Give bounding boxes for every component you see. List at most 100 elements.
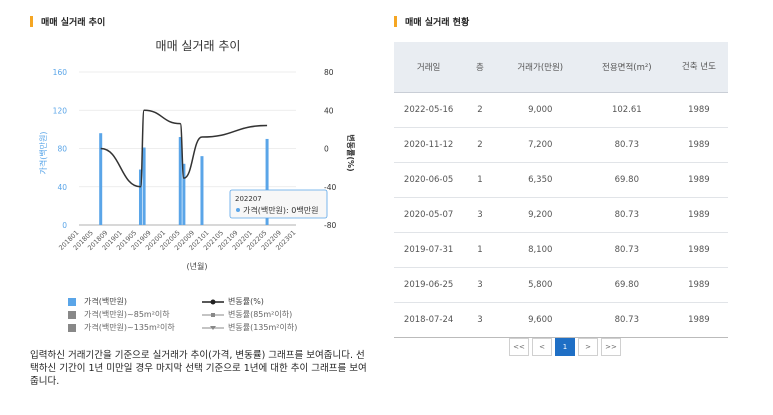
title-marker <box>30 16 33 27</box>
cell-date: 2019-07-31 <box>394 232 464 268</box>
next-page-button[interactable]: > <box>578 338 598 356</box>
cell-area: 102.61 <box>583 92 670 128</box>
legend-line-rate-85-icon <box>202 312 224 317</box>
cell-area: 80.73 <box>583 302 670 338</box>
legend-line-rate-icon <box>202 299 224 304</box>
cell-floor: 3 <box>463 267 497 303</box>
table-section-title-text: 매매 실거래 현황 <box>405 18 470 28</box>
cell-area: 80.73 <box>583 197 670 233</box>
y2-tick-label: -80 <box>324 221 336 230</box>
cell-build-year: 1989 <box>669 92 728 128</box>
table-row: 2018-07-24 3 9,600 80.73 1989 <box>394 302 728 338</box>
legend-item-price-85[interactable]: 가격(백만원)~85m²이하 <box>68 309 170 320</box>
cell-price: 9,200 <box>496 197 584 233</box>
cell-price: 9,600 <box>496 302 584 338</box>
cell-area: 80.73 <box>583 127 670 163</box>
y-tick-label: 80 <box>57 145 67 154</box>
cell-build-year: 1989 <box>669 197 728 233</box>
y-axis-label: 가격(백만원) <box>38 131 48 174</box>
cell-build-year: 1989 <box>669 232 728 268</box>
cell-date: 2020-05-07 <box>394 197 464 233</box>
col-header-date: 거래일 <box>394 42 464 93</box>
tooltip-period: 202207 <box>235 195 262 203</box>
table-header-row: 거래일 층 거래가(만원) 전용면적(m²) 건축 년도 <box>394 42 728 93</box>
y2-tick-label: 80 <box>324 68 334 77</box>
legend-line-rate-135-icon <box>202 325 224 330</box>
table-row: 2020-06-05 1 6,350 69.80 1989 <box>394 162 728 198</box>
cell-price: 9,000 <box>496 92 584 128</box>
col-header-area: 전용면적(m²) <box>583 42 670 93</box>
cell-floor: 1 <box>463 232 497 268</box>
table-row: 2022-05-16 2 9,000 102.61 1989 <box>394 92 728 128</box>
legend-label-rate-85: 변동률(85m²이하) <box>228 310 293 319</box>
table-section-title: 매매 실거래 현황 <box>394 15 469 28</box>
chart-description: 입력하신 거래기간을 기준으로 실거래가 추이(가격, 변동률) 그래프를 보여… <box>30 350 367 387</box>
price-trend-chart: 04080120160-80-4004080201801201805201809… <box>38 39 356 271</box>
y-tick-label: 160 <box>53 68 68 77</box>
price-bar <box>142 147 146 225</box>
legend-item-rate-85[interactable]: 변동률(85m²이하) <box>202 309 292 320</box>
price-bar <box>99 133 103 225</box>
y2-tick-label: 0 <box>324 145 329 154</box>
page-1-button[interactable]: 1 <box>555 338 575 356</box>
cell-date: 2020-11-12 <box>394 127 464 163</box>
first-page-button[interactable]: << <box>509 338 529 356</box>
price-bar <box>200 156 204 225</box>
cell-date: 2020-06-05 <box>394 162 464 198</box>
table-row: 2020-05-07 3 9,200 80.73 1989 <box>394 197 728 233</box>
cell-floor: 3 <box>463 302 497 338</box>
y2-axis-label: 변동률(%) <box>346 134 356 171</box>
cell-price: 7,200 <box>496 127 584 163</box>
cell-floor: 2 <box>463 92 497 128</box>
title-marker <box>394 16 397 27</box>
cell-area: 69.80 <box>583 162 670 198</box>
legend-label-price: 가격(백만원) <box>84 297 128 306</box>
x-axis-label: (년월) <box>187 261 208 271</box>
table-row: 2020-11-12 2 7,200 80.73 1989 <box>394 127 728 163</box>
legend-swatch-price-135 <box>68 323 76 332</box>
col-header-floor: 층 <box>463 42 497 93</box>
cell-floor: 2 <box>463 127 497 163</box>
y-tick-label: 120 <box>53 106 68 115</box>
legend-swatch-price-85 <box>68 310 76 319</box>
prev-page-button[interactable]: < <box>532 338 552 356</box>
chart-title: 매매 실거래 추이 <box>156 39 241 53</box>
cell-build-year: 1989 <box>669 127 728 163</box>
chart-section-title-text: 매매 실거래 추이 <box>41 18 106 28</box>
cell-price: 6,350 <box>496 162 584 198</box>
last-page-button[interactable]: >> <box>601 338 621 356</box>
legend-item-rate-135[interactable]: 변동률(135m²이하) <box>202 322 297 333</box>
cell-floor: 3 <box>463 197 497 233</box>
cell-build-year: 1989 <box>669 302 728 338</box>
col-header-price: 거래가(만원) <box>496 42 584 93</box>
legend-swatch-price <box>68 297 76 306</box>
legend-label-rate: 변동률(%) <box>228 297 264 306</box>
chart-section-title: 매매 실거래 추이 <box>30 15 105 28</box>
legend-label-rate-135: 변동률(135m²이하) <box>228 323 298 332</box>
cell-date: 2019-06-25 <box>394 267 464 303</box>
cell-price: 8,100 <box>496 232 584 268</box>
tooltip-value: 가격(백만원): 0백만원 <box>243 205 318 215</box>
table-row: 2019-06-25 3 5,800 69.80 1989 <box>394 267 728 303</box>
cell-build-year: 1989 <box>669 267 728 303</box>
cell-area: 69.80 <box>583 267 670 303</box>
cell-floor: 1 <box>463 162 497 198</box>
pagination: << < 1 > >> <box>509 338 624 356</box>
legend-item-price-135[interactable]: 가격(백만원)~135m²이하 <box>68 322 175 333</box>
y-tick-label: 40 <box>57 183 67 192</box>
cell-area: 80.73 <box>583 232 670 268</box>
table-row: 2019-07-31 1 8,100 80.73 1989 <box>394 232 728 268</box>
cell-date: 2022-05-16 <box>394 92 464 128</box>
tooltip-marker <box>236 208 240 212</box>
legend-item-price[interactable]: 가격(백만원) <box>68 296 127 307</box>
cell-price: 5,800 <box>496 267 584 303</box>
legend-label-price-85: 가격(백만원)~85m²이하 <box>84 310 170 319</box>
cell-date: 2018-07-24 <box>394 302 464 338</box>
transactions-table: 거래일 층 거래가(만원) 전용면적(m²) 건축 년도 2022-05-16 2… <box>394 42 728 338</box>
col-header-build-year: 건축 년도 <box>669 42 728 93</box>
cell-build-year: 1989 <box>669 162 728 198</box>
y2-tick-label: 40 <box>324 106 334 115</box>
y-tick-label: 0 <box>62 221 67 230</box>
legend-label-price-135: 가격(백만원)~135m²이하 <box>84 323 175 332</box>
legend-item-rate[interactable]: 변동률(%) <box>202 296 264 307</box>
